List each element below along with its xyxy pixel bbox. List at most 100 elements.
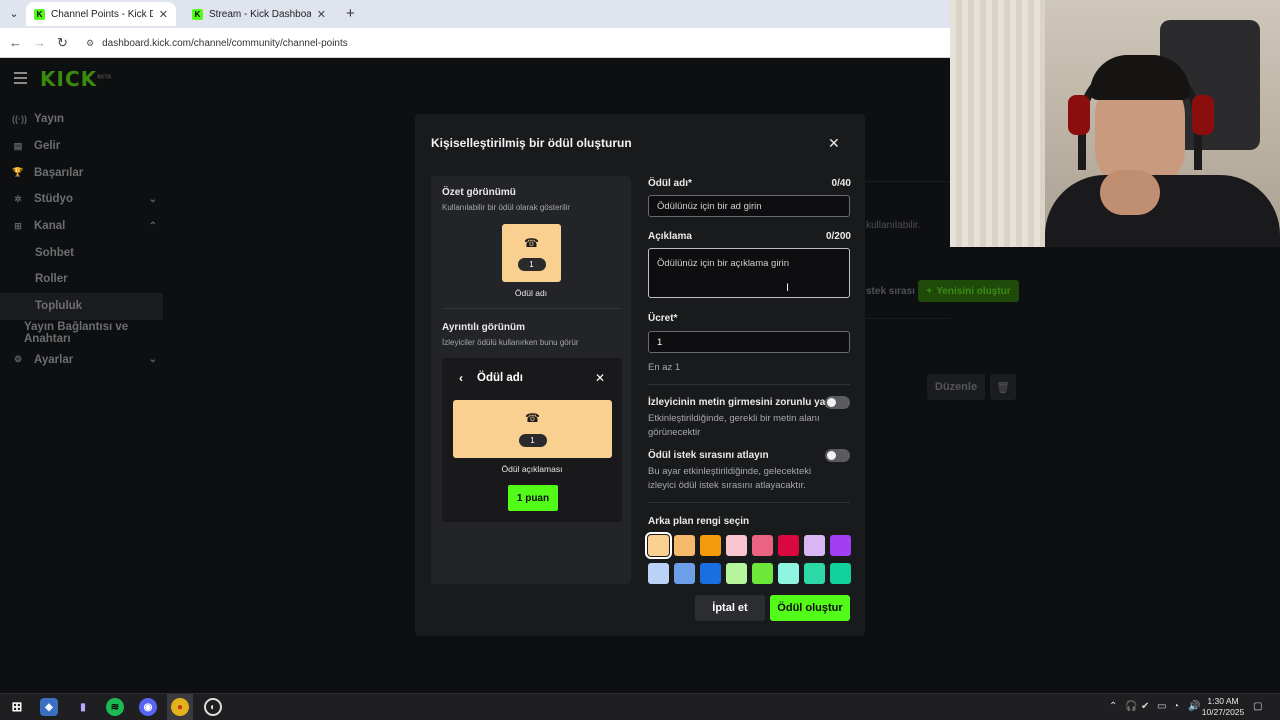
sidebar-item-label: Sohbet — [35, 246, 74, 259]
sidebar-item-topluluk[interactable]: Topluluk — [0, 292, 163, 320]
color-swatch[interactable] — [648, 563, 669, 584]
notifications-icon[interactable]: ▢ — [1253, 701, 1262, 712]
sidebar-item-basarilar[interactable]: 🏆 Başarılar — [0, 159, 163, 186]
webcam-body — [1045, 175, 1280, 247]
webcam-curtain — [950, 0, 1045, 247]
reward-gift-icon: ☎ — [524, 236, 539, 250]
app-tray-icon[interactable]: ✔ — [1141, 701, 1149, 712]
cost-label: Ücret* — [648, 313, 678, 324]
close-icon[interactable]: ✕ — [828, 135, 840, 152]
sidebar-item-studyo[interactable]: ✲ Stüdyo ⌄ — [0, 186, 163, 213]
reward-name-placeholder: Ödülünüz için bir ad girin — [657, 200, 762, 212]
sidebar-item-gelir[interactable]: ▤ Gelir — [0, 133, 163, 160]
wifi-icon[interactable]: ◔ — [1173, 701, 1179, 712]
reward-card-small: ☎ 1 — [502, 224, 561, 282]
tab-stream[interactable]: K Stream - Kick Dashboard ✕ — [184, 2, 334, 26]
obs-icon[interactable]: ◐ — [204, 698, 222, 716]
app-icon[interactable]: ▮ — [74, 698, 92, 716]
sidebar-item-label: Kanal — [34, 220, 66, 233]
cancel-button[interactable]: İptal et — [695, 595, 765, 621]
tab-close-icon[interactable]: ✕ — [159, 8, 168, 21]
color-swatch[interactable] — [778, 563, 799, 584]
chevron-up-icon[interactable]: ⌃ — [1109, 701, 1117, 712]
tab-channel-points[interactable]: K Channel Points - Kick Dashboard ✕ — [26, 2, 176, 26]
kick-logo[interactable]: KICKBETA — [40, 67, 111, 91]
site-info-icon[interactable]: ⚙ — [86, 38, 94, 49]
channel-icon: ⊞ — [14, 220, 22, 231]
background-row-divider — [865, 318, 950, 319]
create-new-button[interactable]: + Yenisini oluştur — [918, 280, 1019, 302]
webcam-overlay — [950, 0, 1280, 247]
color-swatch[interactable] — [778, 535, 799, 556]
volume-icon[interactable]: 🔊 — [1188, 701, 1200, 712]
discord-icon[interactable]: ◉ — [139, 698, 157, 716]
color-swatch[interactable] — [726, 563, 747, 584]
reload-icon[interactable]: ↻ — [57, 35, 68, 51]
reward-detail-preview: ‹ Ödül adı ✕ ☎ 1 Ödül açıklaması 1 puan — [442, 358, 622, 522]
studio-icon: ✲ — [14, 193, 22, 204]
trash-icon[interactable]: 🗑 — [990, 374, 1016, 400]
color-swatch[interactable] — [674, 563, 695, 584]
chrome-icon[interactable]: ● — [171, 698, 189, 716]
clock-time: 1:30 AM — [1207, 696, 1239, 706]
windows-start-icon[interactable]: ⊞ — [8, 698, 26, 716]
skip-queue-label: Ödül istek sırasını atlayın — [648, 450, 769, 461]
color-swatch[interactable] — [830, 535, 851, 556]
cost-input[interactable]: 1 — [648, 331, 850, 353]
create-reward-button[interactable]: Ödül oluştur — [770, 595, 850, 621]
sidebar-item-ayarlar[interactable]: ⚙ Ayarlar ⌄ — [0, 346, 163, 373]
redeem-points-button: 1 puan — [508, 485, 558, 511]
background-queue-link[interactable]: stek sırası — [866, 286, 915, 297]
color-swatch[interactable] — [830, 563, 851, 584]
sidebar-item-label: Stüdyo — [34, 193, 73, 206]
forward-icon[interactable]: → — [33, 35, 46, 50]
sidebar-item-roller[interactable]: Roller — [0, 266, 163, 293]
chevron-left-icon: ‹ — [459, 371, 463, 385]
sidebar-item-label: Topluluk — [35, 300, 83, 313]
network-icon[interactable]: ▭ — [1157, 701, 1166, 712]
back-icon[interactable]: ← — [9, 35, 22, 50]
sidebar-item-label: Roller — [35, 273, 68, 286]
sidebar-item-sohbet[interactable]: Sohbet — [0, 239, 163, 266]
sidebar-item-label: Yayın Bağlantısı ve Anahtarı — [24, 320, 129, 345]
chevron-down-icon: ⌄ — [148, 193, 157, 205]
description-textarea[interactable]: Ödülünüz için bir açıklama girin — [648, 248, 850, 298]
sidebar-item-label: Ayarlar — [34, 353, 74, 366]
clock-date: 10/27/2025 — [1201, 707, 1245, 717]
kick-favicon-icon: K — [192, 8, 203, 20]
color-swatch[interactable] — [752, 563, 773, 584]
new-tab-button[interactable]: + — [346, 5, 355, 22]
reward-name-input[interactable]: Ödülünüz için bir ad girin — [648, 195, 850, 217]
sidebar-item-yayin[interactable]: ((·)) Yayın — [0, 106, 163, 133]
color-swatch[interactable] — [752, 535, 773, 556]
app-icon[interactable]: ◈ — [40, 698, 58, 716]
sidebar-item-kanal[interactable]: ⊞ Kanal ⌃ — [0, 213, 163, 240]
spotify-icon[interactable]: ≋ — [106, 698, 124, 716]
color-swatch[interactable] — [726, 535, 747, 556]
tab-close-icon[interactable]: ✕ — [317, 8, 326, 21]
require-text-description: Etkinleştirildiğinde, gerekli bir metin … — [648, 413, 820, 438]
color-swatch[interactable] — [804, 563, 825, 584]
background-description: kullanılabilir. — [866, 220, 921, 231]
revenue-icon: ▤ — [13, 140, 23, 151]
taskbar-clock[interactable]: 1:30 AM 10/27/2025 — [1200, 696, 1246, 718]
require-text-toggle[interactable] — [825, 396, 850, 409]
color-swatch[interactable] — [700, 535, 721, 556]
settings-icon: ⚙ — [13, 354, 23, 365]
webcam-hand — [1100, 170, 1160, 215]
url-field[interactable]: ⚙ dashboard.kick.com/channel/community/c… — [80, 32, 940, 54]
sidebar-item-stream-key[interactable]: Yayın Bağlantısı ve Anahtarı — [0, 320, 163, 347]
edit-button[interactable]: Düzenle — [927, 374, 985, 400]
color-swatch[interactable] — [700, 563, 721, 584]
headset-icon[interactable]: 🎧 — [1125, 701, 1137, 712]
color-swatch[interactable] — [804, 535, 825, 556]
summary-view-title: Özet görünümü — [442, 187, 516, 198]
cost-hint: En az 1 — [648, 362, 681, 373]
tab-search-icon[interactable]: ⌄ — [6, 6, 22, 22]
menu-icon[interactable] — [14, 72, 27, 87]
skip-queue-toggle[interactable] — [825, 449, 850, 462]
kick-favicon-icon: K — [34, 8, 45, 20]
sidebar-item-label: Yayın — [34, 113, 65, 126]
color-swatch[interactable] — [645, 532, 672, 559]
color-swatch[interactable] — [674, 535, 695, 556]
